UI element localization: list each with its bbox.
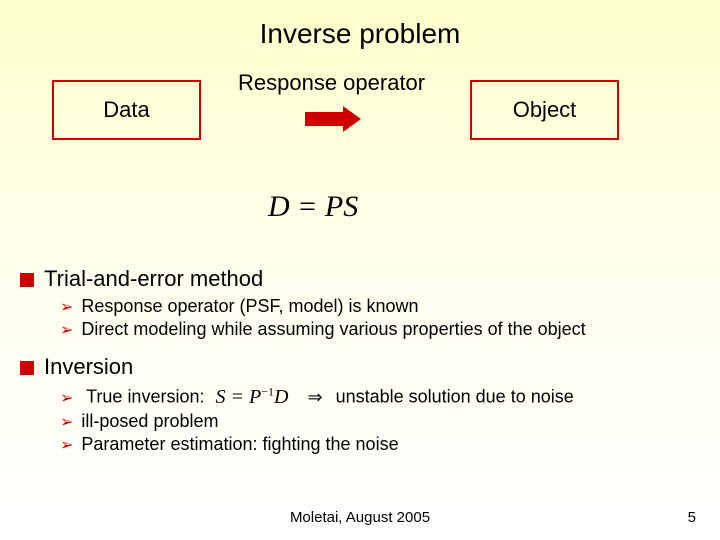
inversion-sub3: Parameter estimation: fighting the noise	[60, 434, 700, 455]
eq-rhs: D	[274, 386, 288, 408]
footer-text: Moletai, August 2005	[0, 509, 720, 526]
eq-lhs: S = P	[216, 386, 262, 408]
arrow-right-icon	[305, 106, 361, 132]
inversion-true: True inversion: S = P−1D ⇒ unstable solu…	[60, 384, 700, 409]
trial-sub2: Direct modeling while assuming various p…	[60, 319, 700, 340]
box-data: Data	[52, 80, 201, 140]
true-inv-label: True inversion:	[86, 387, 204, 407]
diagram-row: Data Response operator Object	[0, 70, 720, 180]
eq-exp: −1	[261, 384, 274, 398]
true-inv-equation: S = P−1D	[216, 386, 294, 408]
box-object: Object	[470, 80, 619, 140]
trial-sub1: Response operator (PSF, model) is known	[60, 296, 700, 317]
content-area: Trial-and-error method Response operator…	[20, 260, 700, 457]
page-number: 5	[688, 509, 696, 526]
implies-icon: ⇒	[307, 387, 322, 407]
true-inv-tail: unstable solution due to noise	[336, 387, 574, 407]
response-operator-label: Response operator	[238, 70, 425, 96]
inversion-sub2: ill-posed problem	[60, 411, 700, 432]
equation-main: D = PS	[268, 190, 358, 224]
heading-inversion: Inversion	[20, 354, 700, 380]
heading-trial: Trial-and-error method	[20, 266, 700, 292]
slide-title: Inverse problem	[0, 0, 720, 50]
